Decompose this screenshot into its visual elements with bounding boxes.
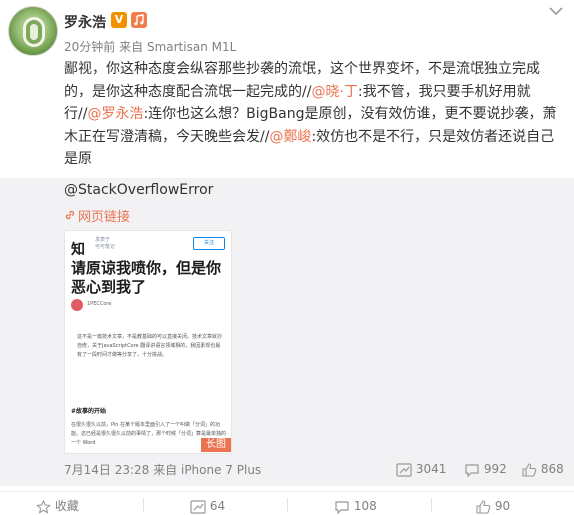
favorite-button[interactable]: 收藏 <box>35 498 79 514</box>
verified-badge-icon[interactable]: V <box>111 12 127 28</box>
forward-count: 64 <box>209 499 226 513</box>
thumbnail-title: 请原谅我喷你，但是你恶心到我了 <box>71 259 222 296</box>
like-count: 90 <box>494 499 511 513</box>
thumbnail-author-avatar <box>71 299 83 311</box>
link-icon <box>64 209 78 225</box>
comment-icon <box>464 462 484 477</box>
comment-button[interactable]: 108 <box>334 498 377 514</box>
comment-icon <box>334 499 354 514</box>
thumbnail-body: 这不是一篇技术文章，不是教基础的可以直接关闭。技术文章就抄自修，关于JavaSc… <box>77 334 223 358</box>
thumbs-up-icon <box>476 499 495 514</box>
source-prefix: 来自 <box>119 40 144 54</box>
forward-icon <box>396 462 416 477</box>
thumbnail-source-line2: 可可笔记 <box>95 244 116 250</box>
repost-like-stat[interactable]: 868 <box>522 461 564 477</box>
post-content: 鄙视，你这种态度会纵容那些抄袭的流氓，这个世界变坏，不是流氓独立完成的，是你这种… <box>64 58 560 171</box>
mention-link[interactable]: @罗永浩 <box>87 106 143 122</box>
forward-button[interactable]: 64 <box>190 498 225 514</box>
username[interactable]: 罗永浩 <box>64 12 106 32</box>
avatar[interactable] <box>8 6 58 56</box>
repost-comment-stat[interactable]: 992 <box>464 461 507 477</box>
long-image-tag: 长图 <box>201 438 231 452</box>
thumbnail-source: 发表于 可可笔记 <box>95 237 115 251</box>
thumbnail-section-heading: #故事的开始 <box>71 408 107 415</box>
article-thumbnail[interactable]: 知 发表于 可可笔记 关注 请原谅我喷你，但是你恶心到我了 1PECCore 这… <box>64 230 232 454</box>
comment-count: 108 <box>353 499 377 513</box>
web-link[interactable]: 网页链接 <box>64 206 130 225</box>
thumbs-up-icon <box>522 462 541 477</box>
repost-source[interactable]: iPhone 7 Plus <box>181 463 261 477</box>
music-badge-icon[interactable] <box>131 12 147 28</box>
forward-count: 3041 <box>415 462 447 476</box>
web-link-label: 网页链接 <box>78 210 131 225</box>
repost-meta: 7月14日 23:28 来自 iPhone 7 Plus <box>64 461 261 478</box>
post-meta: 20分钟前 来自 Smartisan M1L <box>64 38 236 55</box>
comment-count: 992 <box>483 462 507 476</box>
thumbnail-source-line1: 发表于 <box>95 237 111 243</box>
thumbnail-author: 1PECCore <box>87 301 112 307</box>
divider <box>143 498 144 512</box>
repost-forward-stat[interactable]: 3041 <box>396 461 446 477</box>
favorite-label: 收藏 <box>54 499 79 513</box>
weibo-card: 罗永浩 V 20分钟前 来自 Smartisan M1L 鄙视，你这种态度会纵容… <box>0 0 574 515</box>
thumbnail-follow-button: 关注 <box>193 237 225 250</box>
divider <box>287 498 288 512</box>
repost-username[interactable]: @StackOverflowError <box>64 182 213 198</box>
star-icon <box>35 499 55 514</box>
repost-time[interactable]: 7月14日 23:28 <box>64 463 149 477</box>
chevron-down-icon[interactable] <box>548 6 564 20</box>
like-count: 868 <box>540 462 564 476</box>
source-prefix: 来自 <box>153 463 178 477</box>
like-button[interactable]: 90 <box>476 498 510 514</box>
zhihu-logo: 知 <box>71 242 85 258</box>
divider <box>431 498 432 512</box>
post-time[interactable]: 20分钟前 <box>64 40 115 54</box>
post-source[interactable]: Smartisan M1L <box>147 40 236 54</box>
mention-link[interactable]: @鄭峻 <box>269 129 311 145</box>
mention-link[interactable]: @晓·丁 <box>311 84 357 100</box>
forward-icon <box>190 499 210 514</box>
